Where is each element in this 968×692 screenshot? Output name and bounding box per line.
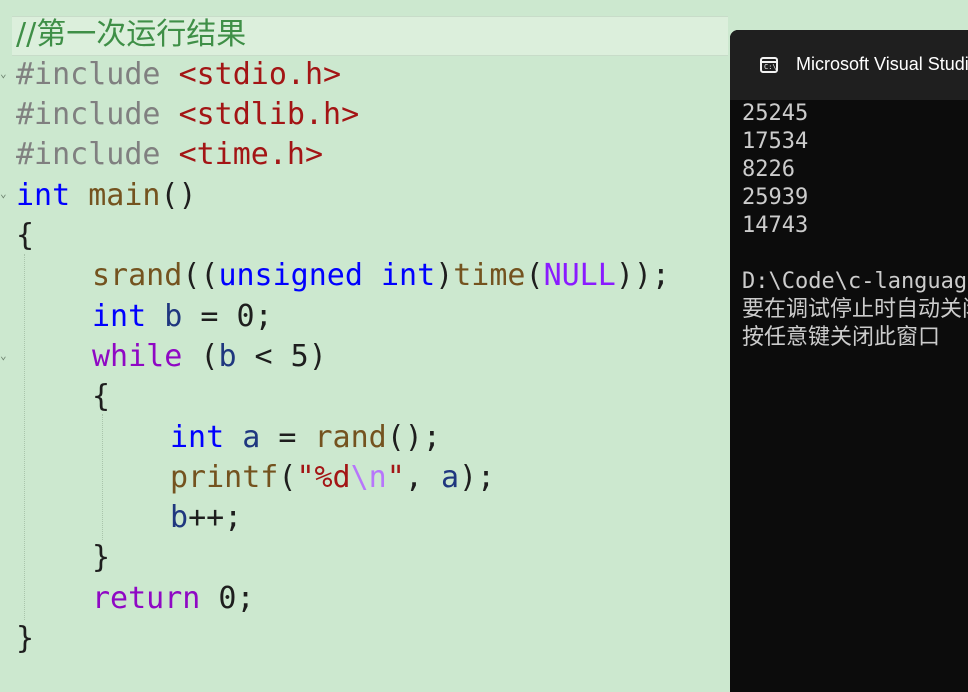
- keyword-int: int: [92, 299, 147, 334]
- function-printf: printf: [170, 460, 279, 495]
- brace-open: {: [16, 218, 35, 253]
- increment: ++;: [188, 500, 243, 535]
- code-line-include[interactable]: #include <stdlib.h>: [16, 95, 359, 135]
- auto-close-hint-line: 要在调试停止时自动关闭控制台: [742, 297, 968, 322]
- open-paren: (: [525, 258, 544, 293]
- comment-text: //第一次运行结果: [16, 17, 247, 52]
- literal-zero: 0: [236, 299, 255, 334]
- code-line-brace-open[interactable]: {: [92, 377, 110, 417]
- keyword-int: int: [170, 420, 225, 455]
- open-parens: ((: [182, 258, 219, 293]
- semicolon: ;: [254, 299, 273, 334]
- macro-null: NULL: [543, 258, 616, 293]
- close-paren: ): [435, 258, 454, 293]
- function-srand: srand: [92, 258, 183, 293]
- output-line: 25245: [742, 101, 809, 126]
- include-directive: #include: [16, 57, 161, 92]
- indent-guide: [102, 414, 103, 540]
- code-line-return[interactable]: return 0;: [92, 579, 255, 619]
- parens: (): [160, 178, 197, 213]
- include-header: <stdio.h>: [178, 57, 342, 92]
- terminal-icon: C:\: [760, 57, 778, 73]
- code-line-comment[interactable]: //第一次运行结果: [16, 15, 246, 55]
- function-main: main: [88, 178, 161, 213]
- brace-open: {: [92, 379, 111, 414]
- close-parens: ));: [615, 258, 670, 293]
- include-header: <stdlib.h>: [178, 97, 360, 132]
- console-titlebar[interactable]: C:\ Microsoft Visual Studio Debug Consol…: [730, 30, 968, 100]
- output-line: 25939: [742, 185, 809, 210]
- indent-guide: [24, 254, 25, 620]
- code-line-srand[interactable]: srand((unsigned int)time(NULL));: [92, 256, 670, 296]
- output-line: 14743: [742, 213, 809, 238]
- variable-b: b: [164, 299, 183, 334]
- exit-path-line: D:\Code\c-language: [742, 269, 968, 294]
- function-time: time: [453, 258, 526, 293]
- fold-marker-icon[interactable]: ⌄: [0, 350, 8, 361]
- include-header: <time.h>: [178, 137, 324, 172]
- code-line-declare-a[interactable]: int a = rand();: [170, 418, 441, 458]
- function-rand: rand: [314, 420, 387, 455]
- code-line-printf[interactable]: printf("%d\n", a);: [170, 458, 495, 498]
- code-line-increment[interactable]: b++;: [170, 498, 242, 538]
- code-line-include[interactable]: #include <stdio.h>: [16, 55, 341, 95]
- include-directive: #include: [16, 97, 161, 132]
- code-line-include[interactable]: #include <time.h>: [16, 135, 323, 175]
- press-key-line: 按任意键关闭此窗口: [742, 325, 941, 350]
- condition-rest: < 5): [236, 339, 327, 374]
- open-paren: (: [182, 339, 219, 374]
- call-end: ();: [386, 420, 441, 455]
- string-end: ": [386, 460, 405, 495]
- variable-a: a: [242, 420, 261, 455]
- open-paren: (: [278, 460, 297, 495]
- call-close: );: [459, 460, 496, 495]
- keyword-int: int: [16, 178, 71, 213]
- string-escape: \n: [350, 460, 387, 495]
- include-directive: #include: [16, 137, 161, 172]
- string-format: "%d: [296, 460, 351, 495]
- fold-marker-icon[interactable]: ⌄: [0, 188, 8, 199]
- assign: =: [182, 299, 237, 334]
- keyword-while: while: [92, 339, 183, 374]
- fold-marker-icon[interactable]: ⌄: [0, 68, 8, 79]
- variable-b: b: [218, 339, 237, 374]
- assign: =: [260, 420, 315, 455]
- variable-a: a: [440, 460, 459, 495]
- code-line-declare-b[interactable]: int b = 0;: [92, 297, 273, 337]
- keyword-unsigned: unsigned: [218, 258, 363, 293]
- return-value: 0;: [200, 581, 255, 616]
- variable-b: b: [170, 500, 189, 535]
- code-line-main-signature[interactable]: int main(): [16, 176, 197, 216]
- output-line: 8226: [742, 157, 795, 182]
- brace-close: }: [16, 621, 35, 656]
- code-line-brace-open[interactable]: {: [16, 216, 34, 256]
- debug-console-window[interactable]: C:\ Microsoft Visual Studio Debug Consol…: [730, 30, 968, 692]
- keyword-int: int: [381, 258, 436, 293]
- output-line: 17534: [742, 129, 809, 154]
- brace-close: }: [92, 540, 111, 575]
- console-output[interactable]: 25245 17534 8226 25939 14743 D:\Code\c-l…: [742, 100, 968, 352]
- comma: ,: [404, 460, 441, 495]
- code-line-while[interactable]: while (b < 5): [92, 337, 327, 377]
- code-line-brace-close[interactable]: }: [16, 619, 34, 659]
- console-title: Microsoft Visual Studio Debug Console: [796, 54, 968, 74]
- keyword-return: return: [92, 581, 201, 616]
- code-line-brace-close[interactable]: }: [92, 538, 110, 578]
